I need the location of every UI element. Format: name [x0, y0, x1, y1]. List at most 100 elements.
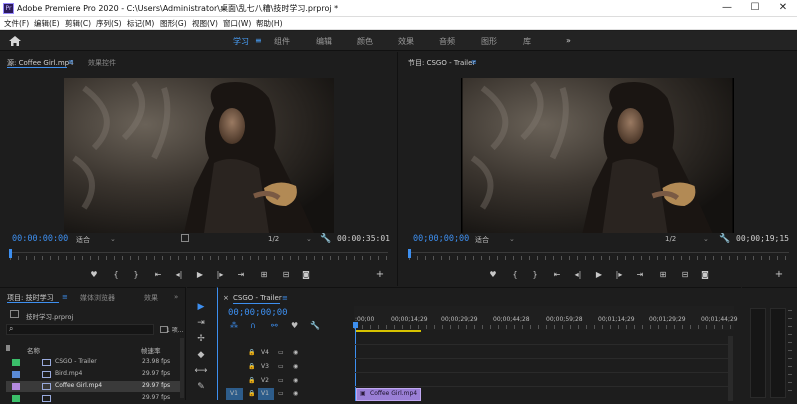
work-area-bar[interactable] [355, 330, 421, 332]
timeline-vscrollbar[interactable] [728, 336, 733, 401]
sync-lock-icon[interactable]: ▭ [278, 349, 284, 356]
timeline-settings-wrench-icon[interactable]: 🔧 [310, 321, 320, 330]
project-scrollbar[interactable] [180, 338, 184, 398]
step-forward-icon[interactable]: |▸ [613, 270, 625, 279]
linked-selection-icon[interactable]: ⚯ [271, 321, 278, 330]
project-menu-icon[interactable]: ≡ [62, 293, 68, 301]
step-back-icon[interactable]: ◂| [173, 270, 185, 279]
workspace-more-icon[interactable]: » [566, 36, 571, 45]
project-item-selected[interactable]: Coffee Girl.mp4 29.97 fps [6, 381, 180, 392]
sync-lock-icon[interactable]: ▭ [278, 377, 284, 384]
tab-effect-controls[interactable]: 效果控件 [88, 58, 116, 68]
search-input[interactable] [6, 324, 154, 335]
program-playhead[interactable] [408, 249, 411, 258]
lift-icon[interactable]: ⊞ [657, 270, 669, 279]
menu-file[interactable]: 文件(F) [4, 18, 29, 29]
export-frame-icon[interactable]: ◙ [699, 270, 711, 279]
program-resolution-dropdown[interactable]: 1/2 [665, 235, 676, 243]
ripple-edit-tool-icon[interactable]: ✢ [193, 332, 209, 346]
menu-view[interactable]: 视图(V) [192, 18, 218, 29]
program-fit-dropdown[interactable]: 适合 [475, 235, 489, 245]
mark-out-icon[interactable]: } [529, 270, 541, 279]
source-scrub-bar[interactable] [10, 252, 388, 253]
program-scrub-bar[interactable] [409, 252, 789, 253]
minimize-button[interactable]: — [717, 1, 737, 15]
settings-grid-icon[interactable] [181, 234, 189, 242]
eye-icon[interactable]: ◉ [293, 390, 298, 397]
razor-tool-icon[interactable]: ◆ [193, 348, 209, 362]
project-item[interactable]: CSGO - Trailer 23.98 fps [6, 357, 180, 368]
selection-tool-icon[interactable]: ▶ [193, 300, 209, 314]
tab-program[interactable]: 节目: CSGO - Trailer [408, 58, 475, 68]
tab-sequence[interactable]: CSGO - Trailer [233, 294, 282, 302]
go-to-out-icon[interactable]: ⇥ [235, 270, 247, 279]
extract-icon[interactable]: ⊟ [679, 270, 691, 279]
source-playhead[interactable] [9, 249, 12, 258]
workspace-color[interactable]: 颜色 [357, 36, 373, 47]
program-menu-icon[interactable]: ≡ [471, 58, 477, 66]
mark-in-icon[interactable]: { [110, 270, 122, 279]
program-timecode[interactable]: 00;00;00;00 [413, 234, 469, 244]
add-marker-icon[interactable]: ♥ [487, 270, 499, 279]
add-marker-icon[interactable]: ♥ [88, 270, 100, 279]
menu-clip[interactable]: 剪辑(C) [65, 18, 91, 29]
column-name[interactable]: 名称 [27, 345, 40, 355]
chevron-down-icon[interactable]: ⌄ [509, 235, 515, 243]
snap-icon[interactable]: ∩ [250, 321, 256, 330]
menu-edit[interactable]: 编辑(E) [34, 18, 60, 29]
workspace-editing[interactable]: 编辑 [316, 36, 332, 47]
source-timecode[interactable]: 00:00:00:00 [12, 234, 68, 244]
export-frame-icon[interactable]: ◙ [300, 270, 312, 279]
sync-lock-icon[interactable]: ▭ [278, 390, 284, 397]
menu-help[interactable]: 帮助(H) [256, 18, 283, 29]
home-icon[interactable] [8, 35, 22, 47]
add-marker-icon[interactable]: ♥ [291, 321, 298, 330]
button-editor-add-icon[interactable]: + [773, 269, 785, 280]
workspace-menu-icon[interactable]: ≡ [255, 36, 262, 45]
track-lock-icon[interactable]: 🔒 [248, 390, 255, 397]
go-to-in-icon[interactable]: ⇤ [551, 270, 563, 279]
project-item[interactable]: 29.97 fps [6, 393, 180, 404]
timeline-close-icon[interactable]: × [223, 294, 229, 302]
pen-tool-icon[interactable]: ✎ [193, 380, 209, 394]
track-lock-icon[interactable]: 🔒 [248, 349, 255, 356]
track-select-tool-icon[interactable]: ⇥ [193, 316, 209, 330]
column-frame-rate[interactable]: 帧速率 [141, 345, 161, 355]
track-lock-icon[interactable]: 🔒 [248, 363, 255, 370]
step-back-icon[interactable]: ◂| [572, 270, 584, 279]
source-fit-dropdown[interactable]: 适合 [76, 235, 90, 245]
maximize-button[interactable]: ☐ [745, 1, 765, 15]
eye-icon[interactable]: ◉ [293, 349, 298, 356]
eye-icon[interactable]: ◉ [293, 363, 298, 370]
chevron-down-icon[interactable]: ⌄ [703, 235, 709, 243]
go-to-out-icon[interactable]: ⇥ [634, 270, 646, 279]
timeline-clip[interactable]: ▣ Coffee Girl.mp4 [356, 388, 421, 401]
eye-icon[interactable]: ◉ [293, 377, 298, 384]
workspace-learn[interactable]: 学习 [233, 36, 249, 47]
insert-icon[interactable]: ⊞ [258, 270, 270, 279]
workspace-assembly[interactable]: 组件 [274, 36, 290, 47]
menu-marker[interactable]: 标记(M) [127, 18, 154, 29]
track-lock-icon[interactable]: 🔒 [248, 377, 255, 384]
overwrite-icon[interactable]: ⊟ [280, 270, 292, 279]
timeline-menu-icon[interactable]: ≡ [282, 294, 288, 302]
tab-effects[interactable]: 效果 [144, 293, 158, 303]
workspace-graphics[interactable]: 图形 [481, 36, 497, 47]
sync-lock-icon[interactable]: ▭ [278, 363, 284, 370]
source-resolution-dropdown[interactable]: 1/2 [268, 235, 279, 243]
close-button[interactable]: ✕ [773, 1, 793, 15]
play-button[interactable]: ▶ [194, 270, 206, 279]
button-editor-add-icon[interactable]: + [374, 269, 386, 280]
workspace-audio[interactable]: 音频 [439, 36, 455, 47]
wrench-icon[interactable]: 🔧 [320, 234, 331, 244]
menu-window[interactable]: 窗口(W) [223, 18, 251, 29]
more-panels-icon[interactable]: » [174, 293, 178, 301]
chevron-down-icon[interactable]: ⌄ [306, 235, 312, 243]
workspace-libraries[interactable]: 库 [523, 36, 531, 47]
mark-out-icon[interactable]: } [130, 270, 142, 279]
project-item[interactable]: Bird.mp4 29.97 fps [6, 369, 180, 380]
workspace-effects[interactable]: 效果 [398, 36, 414, 47]
step-forward-icon[interactable]: |▸ [214, 270, 226, 279]
tab-media-browser[interactable]: 媒体浏览器 [80, 293, 115, 303]
menu-sequence[interactable]: 序列(S) [96, 18, 122, 29]
